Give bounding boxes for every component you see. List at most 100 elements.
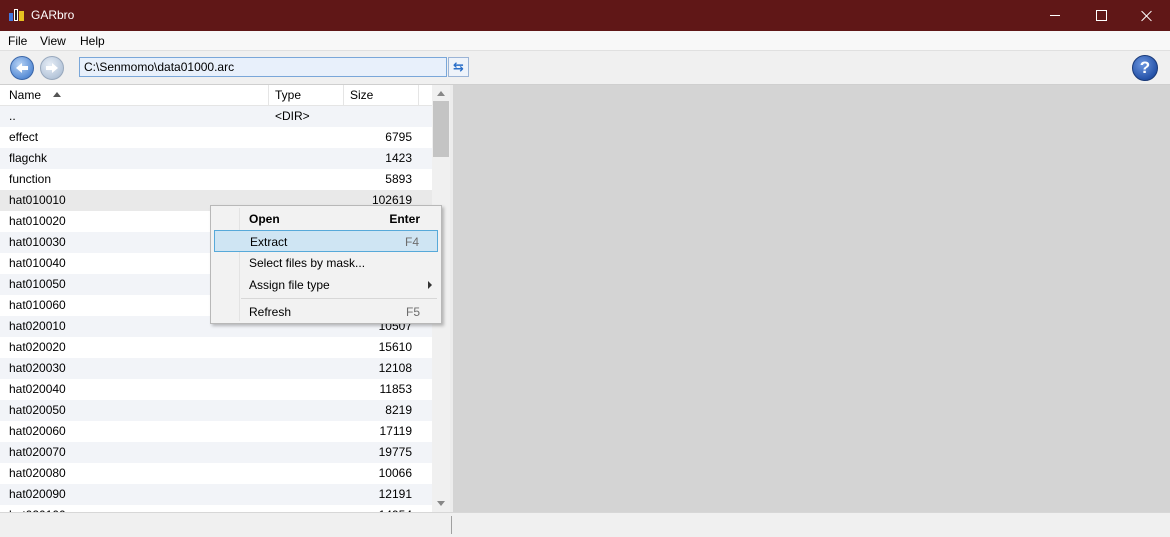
toolbar: ⇆ ?: [0, 51, 1170, 85]
preview-pane: [453, 85, 1170, 512]
table-row[interactable]: hat020080 10066: [0, 463, 432, 484]
table-row[interactable]: .. <DIR>: [0, 106, 432, 127]
submenu-arrow-icon: [428, 281, 432, 289]
cell-name: hat020070: [9, 445, 66, 459]
cell-name: hat020080: [9, 466, 66, 480]
cell-size: 17119: [379, 424, 412, 438]
menu-file[interactable]: File: [8, 34, 27, 48]
menu-item-shortcut: F4: [404, 235, 419, 249]
cell-name: hat020010: [9, 319, 66, 333]
app-window: GARbro File View Help ⇆ ?: [0, 0, 1170, 537]
menu-item-shortcut: F5: [405, 305, 420, 319]
menu-view[interactable]: View: [40, 34, 66, 48]
context-menu-assign-file-type[interactable]: Assign file type: [214, 274, 438, 296]
cell-size: 6795: [385, 130, 412, 144]
cell-name: ..: [9, 109, 16, 123]
menu-bar: File View Help: [0, 31, 1170, 51]
refresh-icon: ⇆: [453, 59, 464, 74]
scroll-down-icon[interactable]: [437, 501, 445, 506]
back-arrow-icon: [16, 63, 28, 73]
table-row[interactable]: hat020020 15610: [0, 337, 432, 358]
cell-name: hat010010: [9, 193, 66, 207]
title-bar[interactable]: GARbro: [0, 0, 1170, 31]
cell-name: function: [9, 172, 52, 186]
close-button[interactable]: [1124, 0, 1170, 31]
cell-size: 5893: [385, 172, 412, 186]
table-row[interactable]: hat020030 12108: [0, 358, 432, 379]
cell-name: hat010040: [9, 256, 66, 270]
table-row[interactable]: hat020090 12191: [0, 484, 432, 505]
maximize-button[interactable]: [1078, 0, 1124, 31]
list-header: Name Type Size: [0, 85, 432, 106]
cell-name: hat020100: [9, 505, 66, 512]
context-menu-select-by-mask[interactable]: Select files by mask...: [214, 252, 438, 274]
cell-name: hat010020: [9, 214, 66, 228]
menu-separator: [241, 298, 437, 299]
table-row[interactable]: hat020060 17119: [0, 421, 432, 442]
cell-size: 15610: [378, 340, 412, 354]
cell-name: hat020060: [9, 424, 66, 438]
forward-arrow-icon: [46, 63, 58, 73]
refresh-path-button[interactable]: ⇆: [448, 57, 469, 77]
cell-name: hat020040: [9, 382, 66, 396]
garbro-app-icon: [9, 9, 24, 22]
cell-name: hat020020: [9, 340, 66, 354]
path-input[interactable]: [79, 57, 447, 77]
cell-size: 12191: [378, 487, 412, 501]
menu-help[interactable]: Help: [80, 34, 105, 48]
cell-size: 11853: [379, 382, 412, 396]
menu-item-label: Assign file type: [249, 278, 330, 292]
context-menu-refresh[interactable]: Refresh F5: [214, 301, 438, 323]
help-icon: ?: [1139, 58, 1151, 77]
forward-button[interactable]: [40, 56, 64, 80]
column-header-type[interactable]: Type: [269, 85, 344, 105]
context-menu: Open Enter Extract F4 Select files by ma…: [210, 205, 442, 324]
table-row[interactable]: hat020050 8219: [0, 400, 432, 421]
cell-size: 14954: [344, 505, 412, 512]
cell-name: hat010060: [9, 298, 66, 312]
menu-item-shortcut: Enter: [389, 212, 420, 226]
cell-size: 10066: [378, 466, 412, 480]
back-button[interactable]: [10, 56, 34, 80]
cell-size: 19775: [378, 445, 412, 459]
cell-size: 8219: [385, 403, 412, 417]
cell-name: hat020050: [9, 403, 66, 417]
close-icon: [1141, 10, 1153, 22]
table-row[interactable]: effect 6795: [0, 127, 432, 148]
cell-size: 12108: [378, 361, 412, 375]
table-row[interactable]: hat020070 19775: [0, 442, 432, 463]
status-divider: [451, 516, 452, 534]
cell-size: 1423: [385, 151, 412, 165]
context-menu-extract[interactable]: Extract F4: [214, 230, 438, 252]
cell-name: effect: [9, 130, 39, 144]
cell-name: flagchk: [9, 151, 48, 165]
sort-ascending-icon: [53, 92, 61, 97]
column-header-name[interactable]: Name: [0, 85, 269, 105]
scroll-thumb[interactable]: [433, 101, 449, 157]
help-button[interactable]: ?: [1132, 55, 1158, 81]
context-menu-open[interactable]: Open Enter: [214, 208, 438, 230]
cell-name: hat020090: [9, 487, 66, 501]
cell-name: hat010050: [9, 277, 66, 291]
minimize-button[interactable]: [1032, 0, 1078, 31]
column-type-label: Type: [275, 88, 302, 102]
minimize-icon: [1050, 15, 1060, 16]
menu-item-label: Select files by mask...: [249, 256, 366, 270]
cell-name: hat010030: [9, 235, 66, 249]
menu-item-label: Extract: [250, 235, 288, 249]
table-row[interactable]: function 5893: [0, 169, 432, 190]
column-name-label: Name: [9, 88, 42, 102]
maximize-icon: [1095, 10, 1107, 21]
column-header-size[interactable]: Size: [344, 85, 419, 105]
column-size-label: Size: [350, 88, 374, 102]
cell-type: <DIR>: [275, 109, 310, 123]
table-row[interactable]: flagchk 1423: [0, 148, 432, 169]
scroll-up-icon[interactable]: [437, 91, 445, 96]
cell-name: hat020030: [9, 361, 66, 375]
menu-item-label: Refresh: [249, 305, 292, 319]
status-bar: [0, 512, 1170, 537]
table-row[interactable]: hat020040 11853: [0, 379, 432, 400]
table-row[interactable]: hat020100 14954: [0, 505, 432, 512]
menu-item-label: Open: [249, 212, 280, 226]
window-title: GARbro: [31, 8, 75, 22]
